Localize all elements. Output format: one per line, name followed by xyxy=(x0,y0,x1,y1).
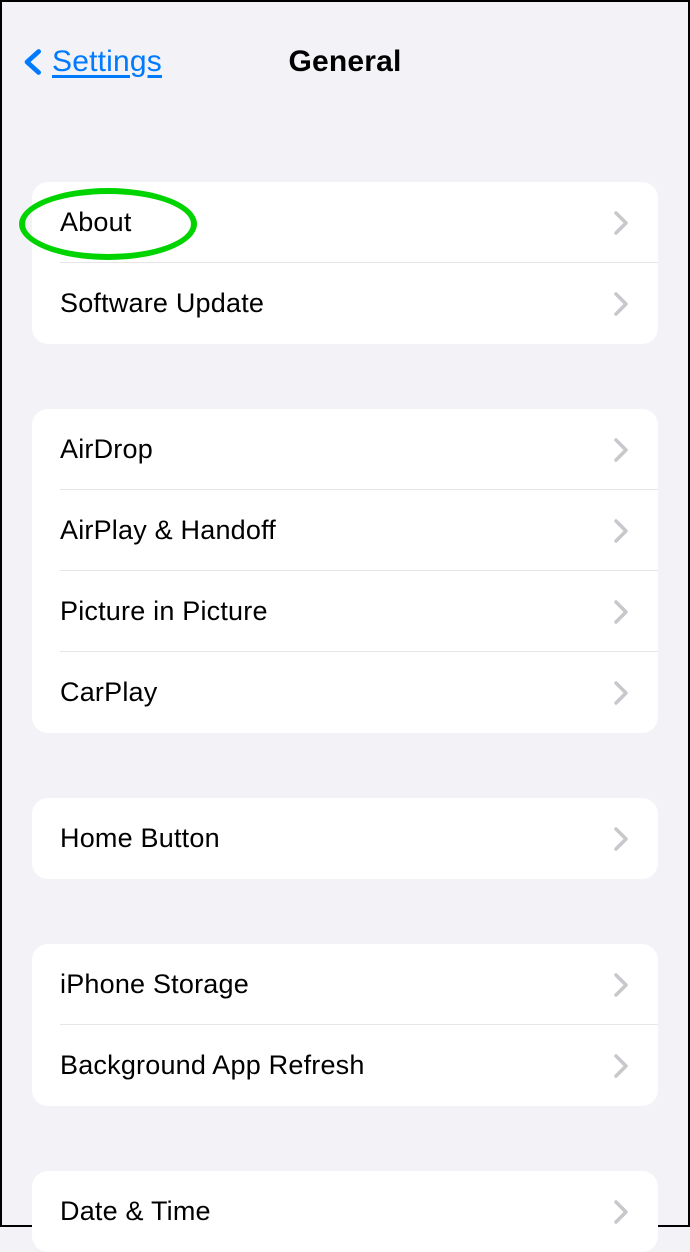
row-label: iPhone Storage xyxy=(60,969,249,1000)
settings-group-1: About Software Update xyxy=(32,182,658,344)
row-about[interactable]: About xyxy=(32,182,658,263)
settings-content: About Software Update AirDrop AirPlay & … xyxy=(2,182,688,1252)
chevron-right-icon xyxy=(612,436,630,464)
row-label: AirPlay & Handoff xyxy=(60,515,276,546)
chevron-right-icon xyxy=(612,598,630,626)
chevron-right-icon xyxy=(612,1052,630,1080)
settings-group-5: Date & Time xyxy=(32,1171,658,1252)
chevron-right-icon xyxy=(612,290,630,318)
row-airplay-handoff[interactable]: AirPlay & Handoff xyxy=(32,490,658,571)
row-label: About xyxy=(60,207,132,238)
row-software-update[interactable]: Software Update xyxy=(32,263,658,344)
back-button[interactable]: Settings xyxy=(20,45,162,79)
row-label: AirDrop xyxy=(60,434,153,465)
row-date-time[interactable]: Date & Time xyxy=(32,1171,658,1252)
nav-header: Settings General xyxy=(2,2,688,122)
row-label: Software Update xyxy=(60,288,264,319)
row-carplay[interactable]: CarPlay xyxy=(32,652,658,733)
row-label: Date & Time xyxy=(60,1196,211,1227)
row-airdrop[interactable]: AirDrop xyxy=(32,409,658,490)
chevron-right-icon xyxy=(612,825,630,853)
back-label: Settings xyxy=(52,45,162,79)
settings-group-4: iPhone Storage Background App Refresh xyxy=(32,944,658,1106)
row-label: Home Button xyxy=(60,823,220,854)
row-label: Picture in Picture xyxy=(60,596,268,627)
page-title: General xyxy=(288,45,401,79)
row-label: Background App Refresh xyxy=(60,1050,365,1081)
chevron-left-icon xyxy=(20,48,48,76)
row-iphone-storage[interactable]: iPhone Storage xyxy=(32,944,658,1025)
row-home-button[interactable]: Home Button xyxy=(32,798,658,879)
settings-group-3: Home Button xyxy=(32,798,658,879)
chevron-right-icon xyxy=(612,679,630,707)
chevron-right-icon xyxy=(612,517,630,545)
chevron-right-icon xyxy=(612,971,630,999)
row-background-app-refresh[interactable]: Background App Refresh xyxy=(32,1025,658,1106)
settings-group-2: AirDrop AirPlay & Handoff Picture in Pic… xyxy=(32,409,658,733)
row-label: CarPlay xyxy=(60,677,157,708)
chevron-right-icon xyxy=(612,209,630,237)
chevron-right-icon xyxy=(612,1198,630,1226)
row-picture-in-picture[interactable]: Picture in Picture xyxy=(32,571,658,652)
